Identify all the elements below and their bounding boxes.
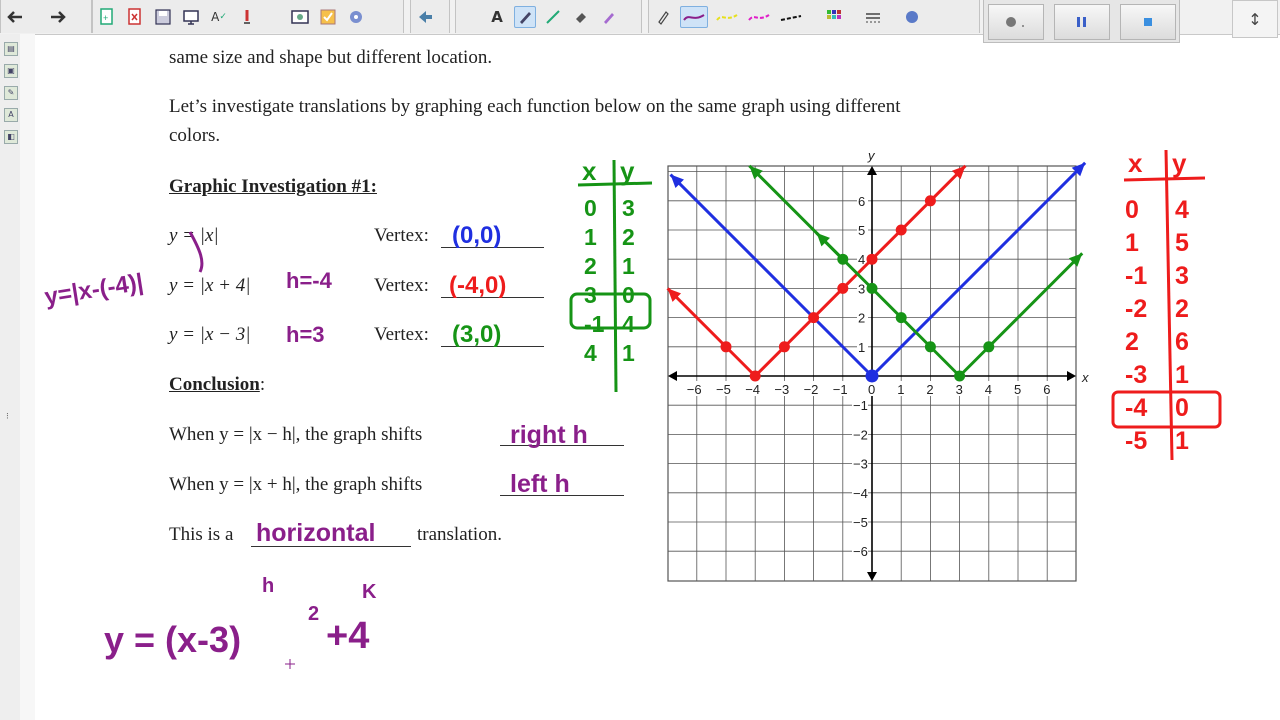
formula-exponent: 2	[308, 603, 319, 625]
answer-right-h: right h	[510, 421, 588, 449]
green-point	[983, 341, 995, 353]
cursor-icon	[285, 659, 295, 669]
vertex-answer-2: (-4,0)	[449, 272, 506, 299]
y-tick-label: 3	[858, 281, 865, 296]
formula-plus-k: +4	[326, 615, 369, 657]
green-header-x: x	[582, 156, 597, 186]
green-point	[837, 253, 849, 265]
answer-left-h: left h	[510, 470, 570, 498]
red-point	[808, 312, 820, 324]
red-xy-table: x y 0 4 1 5 -1 3 -2 2 2 6 -3 1 -4 0 -5 1	[1111, 148, 1222, 461]
x-tick-label: −5	[716, 382, 731, 397]
red-table-x-cell: 2	[1125, 328, 1139, 356]
h-note-2: h=3	[286, 322, 325, 347]
x-axis-label: x	[1081, 370, 1089, 385]
red-header-y: y	[1172, 148, 1187, 178]
green-table-x-cell: 2	[584, 253, 597, 279]
y-tick-label: 6	[858, 194, 865, 209]
green-table-y-cell: 2	[622, 224, 635, 250]
y-tick-label: −2	[853, 427, 868, 442]
x-tick-label: 4	[985, 382, 992, 397]
blue-point	[865, 369, 879, 383]
red-point	[895, 224, 907, 236]
red-table-x-cell: 0	[1125, 196, 1139, 224]
red-table-x-cell: -4	[1125, 394, 1147, 422]
red-table-x-cell: -5	[1125, 427, 1147, 455]
y-tick-label: 2	[858, 311, 865, 326]
red-table-y-cell: 6	[1175, 328, 1189, 356]
x-tick-label: 6	[1043, 382, 1050, 397]
y-tick-label: −4	[853, 486, 868, 501]
x-tick-label: 3	[956, 382, 963, 397]
red-point	[924, 195, 936, 207]
green-xy-table: x y 0 31 22 13 0-1 44 1	[569, 156, 653, 393]
red-header-x: x	[1128, 148, 1143, 178]
red-table-y-cell: 1	[1175, 361, 1189, 389]
red-table-y-cell: 2	[1175, 295, 1189, 323]
rewrite-note: y=|x-(-4)|	[43, 269, 145, 311]
red-table-x-cell: -3	[1125, 361, 1147, 389]
red-table-x-cell: -1	[1125, 262, 1147, 290]
green-table-x-cell: 0	[584, 195, 597, 221]
red-table-y-cell: 1	[1175, 427, 1189, 455]
coordinate-graph: xy−6 −5 −4 −3 −2 −1 0 1 2 3 4 5 6123456−1−2−3−4−5−6	[666, 148, 1089, 582]
red-table-x-cell: 1	[1125, 229, 1139, 257]
red-table-x-cell: -2	[1125, 295, 1147, 323]
green-table-y-cell: 0	[622, 282, 635, 308]
vertex-answer-3: (3,0)	[452, 321, 501, 348]
red-table-y-cell: 0	[1175, 394, 1189, 422]
handwritten-bar-stroke	[188, 231, 204, 273]
handwriting-layer: (0,0) (-4,0) (3,0) h=-4 h=3 y=|x-(-4)| r…	[43, 148, 1222, 669]
green-header-y: y	[620, 156, 635, 186]
y-tick-label: −5	[853, 515, 868, 530]
y-tick-label: −6	[853, 544, 868, 559]
x-tick-label: 2	[926, 382, 933, 397]
green-table-x-cell: 4	[584, 340, 597, 366]
y-tick-label: −1	[853, 398, 868, 413]
formula-base: y = (x-3)	[104, 619, 241, 660]
red-point	[749, 370, 761, 382]
green-table-x-cell: -1	[584, 311, 605, 337]
y-tick-label: −3	[853, 457, 868, 472]
green-table-x-cell: 3	[584, 282, 597, 308]
formula-k-label: K	[362, 581, 377, 603]
x-tick-label: 1	[897, 382, 904, 397]
green-point	[954, 370, 966, 382]
x-tick-label: 5	[1014, 382, 1021, 397]
x-tick-label: −4	[745, 382, 760, 397]
red-table-y-cell: 4	[1175, 196, 1189, 224]
red-point	[778, 341, 790, 353]
red-point	[866, 253, 878, 265]
green-table-highlight	[569, 292, 652, 330]
green-point	[924, 341, 936, 353]
red-table-y-cell: 3	[1175, 262, 1189, 290]
x-tick-label: −6	[687, 382, 702, 397]
red-point	[837, 282, 849, 294]
green-table-y-cell: 1	[622, 340, 635, 366]
green-table-y-cell: 3	[622, 195, 635, 221]
x-tick-label: −2	[804, 382, 819, 397]
h-note-1: h=-4	[286, 268, 333, 293]
green-table-y-cell: 1	[622, 253, 635, 279]
red-table-y-cell: 5	[1175, 229, 1189, 257]
green-table-x-cell: 1	[584, 224, 597, 250]
y-axis-label: y	[867, 148, 876, 163]
green-table-y-cell: 4	[622, 311, 635, 337]
x-tick-label: −1	[833, 382, 848, 397]
formula-h-label: h	[262, 575, 274, 597]
x-tick-label: 0	[868, 382, 875, 397]
red-point	[720, 341, 732, 353]
x-tick-label: −3	[774, 382, 789, 397]
vertex-answer-1: (0,0)	[452, 222, 501, 249]
green-point	[866, 282, 878, 294]
y-tick-label: 1	[858, 340, 865, 355]
answer-horizontal: horizontal	[256, 519, 375, 547]
green-point	[895, 312, 907, 324]
y-tick-label: 5	[858, 223, 865, 238]
